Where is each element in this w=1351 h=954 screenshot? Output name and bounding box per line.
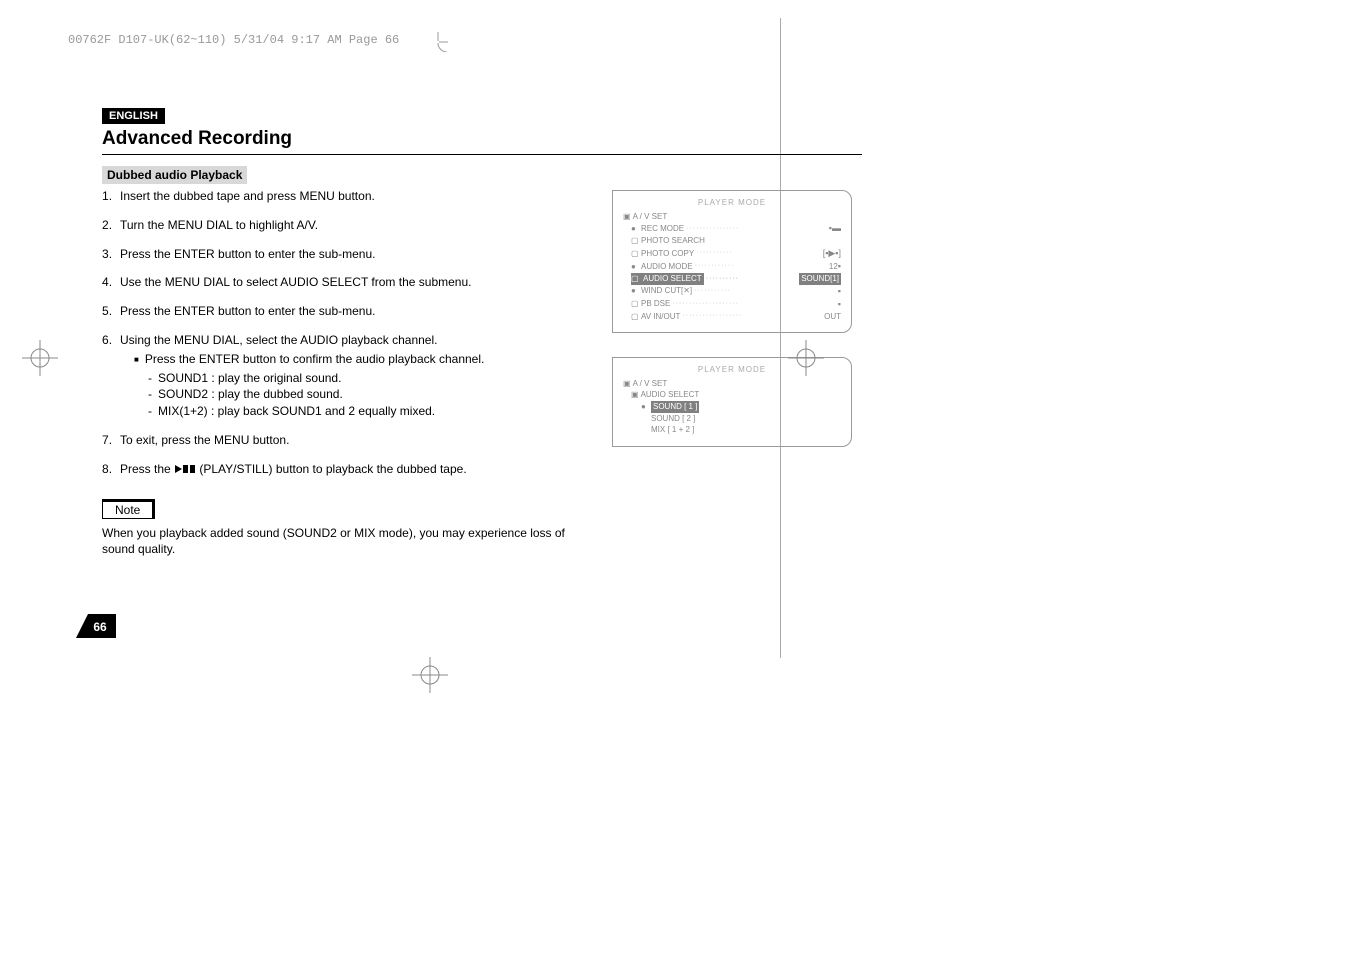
step-8-post: (PLAY/STILL) button to playback the dubb…: [199, 462, 466, 476]
tape-icon: ▪▬: [829, 222, 841, 235]
folder-icon: ▣: [623, 211, 631, 223]
step-4: Use the MENU DIAL to select AUDIO SELECT…: [102, 274, 592, 291]
step-8: Press the (PLAY/STILL) button to playbac…: [102, 461, 592, 479]
registration-mark-icon: [788, 340, 824, 376]
osd1-av-inout-val: OUT: [824, 311, 841, 323]
osd1-rec-mode: REC MODE: [641, 223, 684, 235]
section-title: Dubbed audio Playback: [102, 166, 247, 184]
note-label: Note: [102, 499, 155, 519]
osd1-wind-cut: WIND CUT: [641, 285, 681, 297]
osd2-sound1: SOUND [ 1 ]: [651, 401, 699, 413]
copy-icon: [▪▶▪]: [823, 247, 841, 260]
osd1-av-inout: AV IN/OUT: [641, 311, 680, 323]
osd1-pb-dse: PB DSE: [641, 298, 670, 310]
print-header: 00762F D107-UK(62~110) 5/31/04 9:17 AM P…: [68, 33, 399, 47]
osd2-mix: MIX [ 1 + 2 ]: [651, 424, 694, 436]
folder-icon: ▣: [623, 378, 631, 390]
step-6-opt-mix: MIX(1+2) : play back SOUND1 and 2 equall…: [148, 403, 592, 420]
step-6: Using the MENU DIAL, select the AUDIO pl…: [102, 332, 592, 420]
play-still-icon: [174, 462, 196, 479]
note-text: When you playback added sound (SOUND2 or…: [102, 525, 592, 559]
osd1-photo-search: PHOTO SEARCH: [641, 235, 705, 247]
osd1-audio-mode-val: 12: [829, 261, 838, 273]
step-8-pre: Press the: [120, 462, 174, 476]
osd1-title: PLAYER MODE: [623, 197, 841, 209]
step-2: Turn the MENU DIAL to highlight A/V.: [102, 217, 592, 234]
off-icon: ▪: [838, 285, 841, 298]
step-6-opt-sound1: SOUND1 : play the original sound.: [148, 370, 592, 387]
step-7: To exit, press the MENU button.: [102, 432, 592, 449]
folder-icon: ▣: [631, 389, 639, 401]
osd1-audio-mode: AUDIO MODE: [641, 261, 693, 273]
osd2-group: A / V SET: [633, 378, 668, 390]
osd2-sound2: SOUND [ 2 ]: [651, 413, 695, 425]
on-icon: ▪: [838, 298, 841, 311]
step-6-opt-sound2: SOUND2 : play the dubbed sound.: [148, 386, 592, 403]
osd1-audio-select: AUDIO SELECT: [641, 273, 704, 285]
osd1-group: A / V SET: [633, 211, 668, 223]
step-6-text: Using the MENU DIAL, select the AUDIO pl…: [120, 333, 437, 347]
crop-mark-top-icon: [428, 32, 448, 57]
bit-icon: ▪: [838, 260, 841, 273]
osd-menu-1: PLAYER MODE ▣ A / V SET ●REC MODE·······…: [612, 190, 852, 333]
language-badge: ENGLISH: [102, 108, 165, 124]
osd2-sub: AUDIO SELECT: [641, 389, 700, 401]
registration-mark-icon: [22, 340, 58, 376]
page-number-tab: 66: [76, 614, 116, 638]
osd1-audio-select-val: SOUND[1]: [799, 273, 841, 285]
step-3: Press the ENTER button to enter the sub-…: [102, 246, 592, 263]
chapter-title: Advanced Recording: [102, 128, 862, 155]
step-1: Insert the dubbed tape and press MENU bu…: [102, 188, 592, 205]
step-6-sub: Press the ENTER button to confirm the au…: [134, 351, 592, 368]
osd1-photo-copy: PHOTO COPY: [641, 248, 694, 260]
step-5: Press the ENTER button to enter the sub-…: [102, 303, 592, 320]
page-number: 66: [93, 620, 107, 634]
mic-icon: [✕]: [681, 285, 692, 297]
steps-list: Insert the dubbed tape and press MENU bu…: [102, 188, 592, 479]
registration-mark-icon: [412, 657, 448, 693]
